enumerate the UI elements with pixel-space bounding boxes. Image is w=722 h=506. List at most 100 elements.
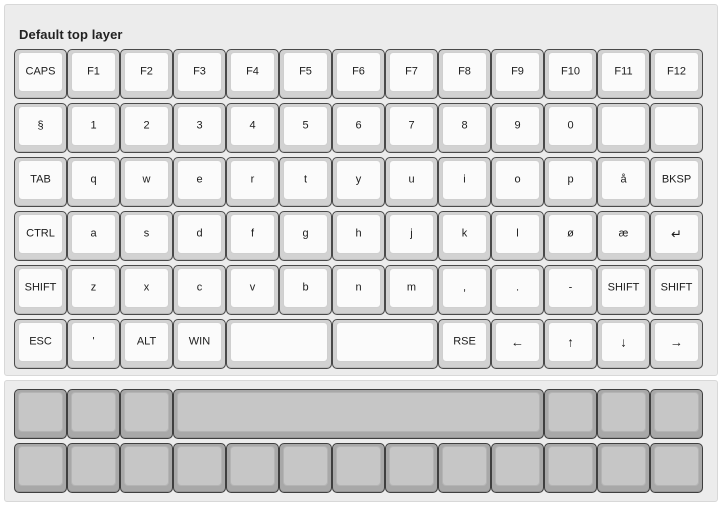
key-blank[interactable]: [173, 443, 226, 493]
key-blank[interactable]: [491, 443, 544, 493]
key-d[interactable]: d: [173, 211, 226, 261]
key-n[interactable]: n: [332, 265, 385, 315]
key-blank[interactable]: [226, 319, 332, 369]
right-arrow-key[interactable]: →: [650, 319, 703, 369]
key-f5[interactable]: F5: [279, 49, 332, 99]
key-blank[interactable]: [173, 389, 544, 439]
key-bksp[interactable]: BKSP: [650, 157, 703, 207]
key-c[interactable]: c: [173, 265, 226, 315]
key-blank[interactable]: [438, 443, 491, 493]
key-blank[interactable]: [650, 443, 703, 493]
key-caps[interactable]: CAPS: [14, 49, 67, 99]
key-blank[interactable]: [597, 443, 650, 493]
key-blank[interactable]: .: [491, 265, 544, 315]
key-5[interactable]: 5: [279, 103, 332, 153]
key-ctrl[interactable]: CTRL: [14, 211, 67, 261]
key-x[interactable]: x: [120, 265, 173, 315]
key-blank[interactable]: [385, 443, 438, 493]
key-blank[interactable]: ø: [544, 211, 597, 261]
key-win[interactable]: WIN: [173, 319, 226, 369]
key-shift[interactable]: SHIFT: [14, 265, 67, 315]
key-o[interactable]: o: [491, 157, 544, 207]
key-a[interactable]: a: [67, 211, 120, 261]
key-f12[interactable]: F12: [650, 49, 703, 99]
key-f4[interactable]: F4: [226, 49, 279, 99]
key-blank[interactable]: [544, 443, 597, 493]
key-7[interactable]: 7: [385, 103, 438, 153]
key-blank[interactable]: -: [544, 265, 597, 315]
key-blank[interactable]: [14, 443, 67, 493]
key-e[interactable]: e: [173, 157, 226, 207]
key-blank[interactable]: [650, 389, 703, 439]
key-r[interactable]: r: [226, 157, 279, 207]
key-blank[interactable]: [279, 443, 332, 493]
key-l[interactable]: l: [491, 211, 544, 261]
key-blank[interactable]: [14, 389, 67, 439]
key-y[interactable]: y: [332, 157, 385, 207]
key-g[interactable]: g: [279, 211, 332, 261]
key-blank[interactable]: [120, 443, 173, 493]
key-blank[interactable]: [67, 389, 120, 439]
left-arrow-key[interactable]: ←: [491, 319, 544, 369]
key-blank[interactable]: æ: [597, 211, 650, 261]
key-blank[interactable]: [120, 389, 173, 439]
key-s[interactable]: s: [120, 211, 173, 261]
key-8[interactable]: 8: [438, 103, 491, 153]
key-4[interactable]: 4: [226, 103, 279, 153]
key-u[interactable]: u: [385, 157, 438, 207]
key-w[interactable]: w: [120, 157, 173, 207]
key-blank[interactable]: [597, 389, 650, 439]
key-9[interactable]: 9: [491, 103, 544, 153]
key-blank[interactable]: [650, 103, 703, 153]
key-t[interactable]: t: [279, 157, 332, 207]
key-esc[interactable]: ESC: [14, 319, 67, 369]
key-3[interactable]: 3: [173, 103, 226, 153]
key-shift[interactable]: SHIFT: [650, 265, 703, 315]
key-f3[interactable]: F3: [173, 49, 226, 99]
key-blank[interactable]: [226, 443, 279, 493]
key-6[interactable]: 6: [332, 103, 385, 153]
key-alt[interactable]: ALT: [120, 319, 173, 369]
key-rse[interactable]: RSE: [438, 319, 491, 369]
key-shift[interactable]: SHIFT: [597, 265, 650, 315]
key-q[interactable]: q: [67, 157, 120, 207]
key-j[interactable]: j: [385, 211, 438, 261]
key-f9[interactable]: F9: [491, 49, 544, 99]
key-m[interactable]: m: [385, 265, 438, 315]
key-f11[interactable]: F11: [597, 49, 650, 99]
key-b[interactable]: b: [279, 265, 332, 315]
key-f7[interactable]: F7: [385, 49, 438, 99]
key-v[interactable]: v: [226, 265, 279, 315]
key-tab[interactable]: TAB: [14, 157, 67, 207]
key-f8[interactable]: F8: [438, 49, 491, 99]
key-blank[interactable]: ': [67, 319, 120, 369]
key-blank[interactable]: [332, 443, 385, 493]
key-blank[interactable]: [597, 103, 650, 153]
return-arrow-key[interactable]: ↵: [650, 211, 703, 261]
key-f10[interactable]: F10: [544, 49, 597, 99]
down-arrow-key[interactable]: ↓: [597, 319, 650, 369]
key-blank[interactable]: §: [14, 103, 67, 153]
key-f[interactable]: f: [226, 211, 279, 261]
key-z[interactable]: z: [67, 265, 120, 315]
key-blank[interactable]: [332, 319, 438, 369]
key-f2[interactable]: F2: [120, 49, 173, 99]
key-blank[interactable]: ,: [438, 265, 491, 315]
key-p[interactable]: p: [544, 157, 597, 207]
key-blank[interactable]: å: [597, 157, 650, 207]
key-legend: l: [516, 227, 519, 239]
key-blank[interactable]: [544, 389, 597, 439]
key-0[interactable]: 0: [544, 103, 597, 153]
keycap: c: [177, 268, 222, 308]
keycap: F8: [442, 52, 487, 92]
key-h[interactable]: h: [332, 211, 385, 261]
key-blank[interactable]: [67, 443, 120, 493]
key-k[interactable]: k: [438, 211, 491, 261]
key-f6[interactable]: F6: [332, 49, 385, 99]
key-i[interactable]: i: [438, 157, 491, 207]
key-1[interactable]: 1: [67, 103, 120, 153]
keycap: e: [177, 160, 222, 200]
key-2[interactable]: 2: [120, 103, 173, 153]
key-f1[interactable]: F1: [67, 49, 120, 99]
up-arrow-key[interactable]: ↑: [544, 319, 597, 369]
